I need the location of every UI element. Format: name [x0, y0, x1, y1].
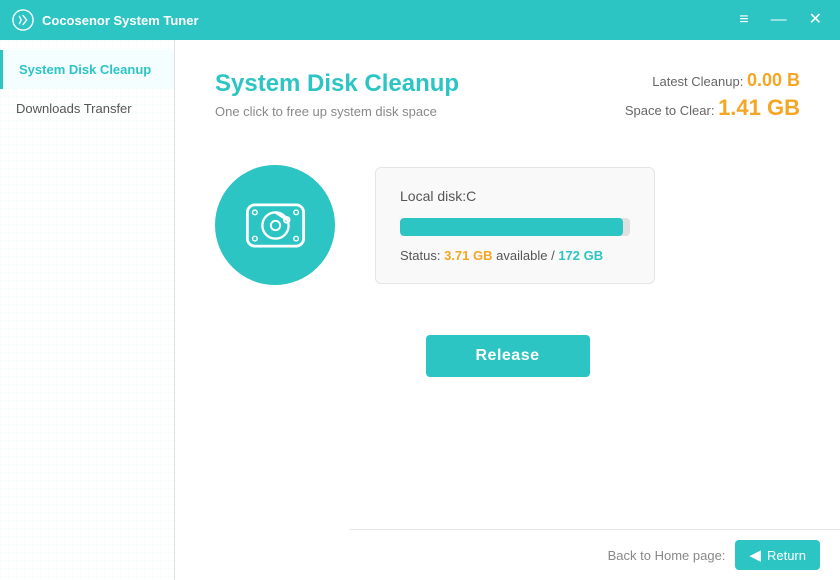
stats-block: Latest Cleanup: 0.00 B Space to Clear: 1… — [625, 70, 800, 125]
latest-cleanup-value: 0.00 B — [747, 70, 800, 90]
disk-label: Local disk:C — [400, 188, 630, 204]
menu-button[interactable]: ≡ — [733, 10, 754, 30]
app-title: Cocosenor System Tuner — [42, 13, 199, 28]
sidebar: System Disk Cleanup Downloads Transfer — [0, 40, 175, 580]
window-controls: ≡ — ✕ — [733, 10, 828, 30]
sidebar-item-downloads-transfer[interactable]: Downloads Transfer — [0, 89, 174, 128]
status-prefix: Status: — [400, 248, 440, 263]
disk-icon — [238, 188, 313, 263]
content-area: System Disk Cleanup One click to free up… — [175, 40, 840, 580]
sidebar-item-system-disk-cleanup[interactable]: System Disk Cleanup — [0, 50, 174, 89]
disk-progress-bar — [400, 218, 630, 236]
main-layout: System Disk Cleanup Downloads Transfer S… — [0, 40, 840, 580]
disk-area: Local disk:C Status: 3.71 GB available /… — [215, 165, 800, 285]
space-to-clear-row: Space to Clear: 1.41 GB — [625, 95, 800, 121]
latest-cleanup-label: Latest Cleanup: — [652, 74, 743, 89]
disk-total: 172 GB — [558, 248, 603, 263]
status-middle: available / — [496, 248, 555, 263]
release-button[interactable]: Release — [426, 335, 590, 377]
app-icon — [12, 9, 34, 31]
release-btn-row: Release — [215, 335, 800, 377]
disk-status: Status: 3.71 GB available / 172 GB — [400, 248, 630, 263]
back-label: Back to Home page: — [608, 548, 726, 563]
title-block: System Disk Cleanup One click to free up… — [215, 70, 459, 119]
close-button[interactable]: ✕ — [803, 10, 828, 30]
disk-progress-fill — [400, 218, 623, 236]
disk-available: 3.71 GB — [444, 248, 492, 263]
disk-icon-circle — [215, 165, 335, 285]
title-bar-left: Cocosenor System Tuner — [12, 9, 199, 31]
page-title: System Disk Cleanup — [215, 70, 459, 98]
disk-info-card: Local disk:C Status: 3.71 GB available /… — [375, 167, 655, 284]
minimize-button[interactable]: — — [765, 10, 793, 30]
content-header: System Disk Cleanup One click to free up… — [215, 70, 800, 125]
bottom-bar: Back to Home page: ◀ Return — [350, 529, 840, 580]
space-to-clear-label: Space to Clear: — [625, 103, 715, 118]
page-subtitle: One click to free up system disk space — [215, 104, 459, 119]
space-to-clear-value: 1.41 GB — [718, 95, 800, 120]
latest-cleanup-row: Latest Cleanup: 0.00 B — [625, 70, 800, 91]
title-bar: Cocosenor System Tuner ≡ — ✕ — [0, 0, 840, 40]
return-label: Return — [767, 548, 806, 563]
return-arrow-icon: ◀ — [749, 546, 761, 564]
return-button[interactable]: ◀ Return — [735, 540, 820, 570]
